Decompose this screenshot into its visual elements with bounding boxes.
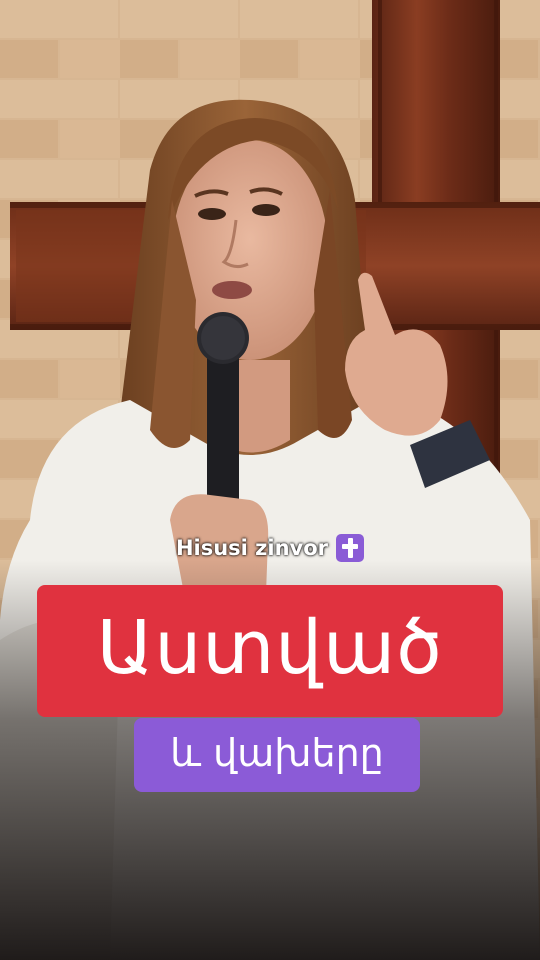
video-frame [0,0,540,960]
